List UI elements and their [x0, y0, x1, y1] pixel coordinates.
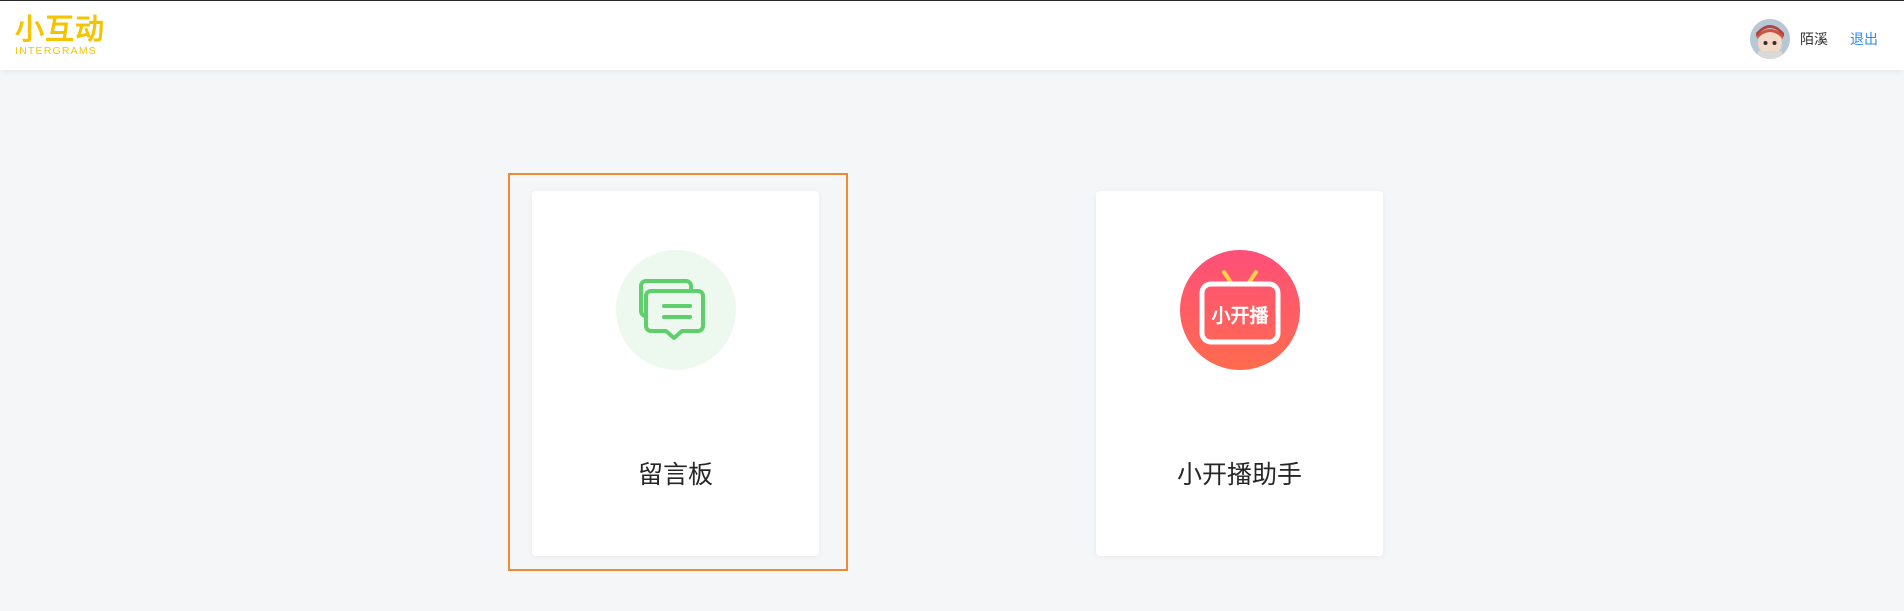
- card-title: 小开播助手: [1176, 460, 1302, 489]
- user-area: 陌溪 退出: [1750, 19, 1878, 59]
- username: 陌溪: [1800, 32, 1828, 48]
- card-title: 留言板: [637, 460, 713, 489]
- logout-link[interactable]: 退出: [1850, 29, 1878, 49]
- tv-live-icon: 小开播: [1180, 250, 1300, 370]
- card-message-board[interactable]: 留言板: [532, 191, 819, 556]
- tv-icon-text: 小开播: [1211, 305, 1269, 327]
- logo-title: 小互动: [15, 12, 106, 46]
- message-board-icon: [616, 250, 736, 370]
- avatar-image: [1750, 19, 1790, 59]
- card-live-assistant[interactable]: 小开播 小开播助手: [1096, 191, 1383, 556]
- brand-logo[interactable]: 小互动 INTERGRAMS: [15, 13, 105, 57]
- top-header: 小互动 INTERGRAMS 陌溪 退出: [0, 1, 1904, 70]
- logo-subtitle: INTERGRAMS: [15, 45, 98, 57]
- avatar[interactable]: [1750, 19, 1790, 59]
